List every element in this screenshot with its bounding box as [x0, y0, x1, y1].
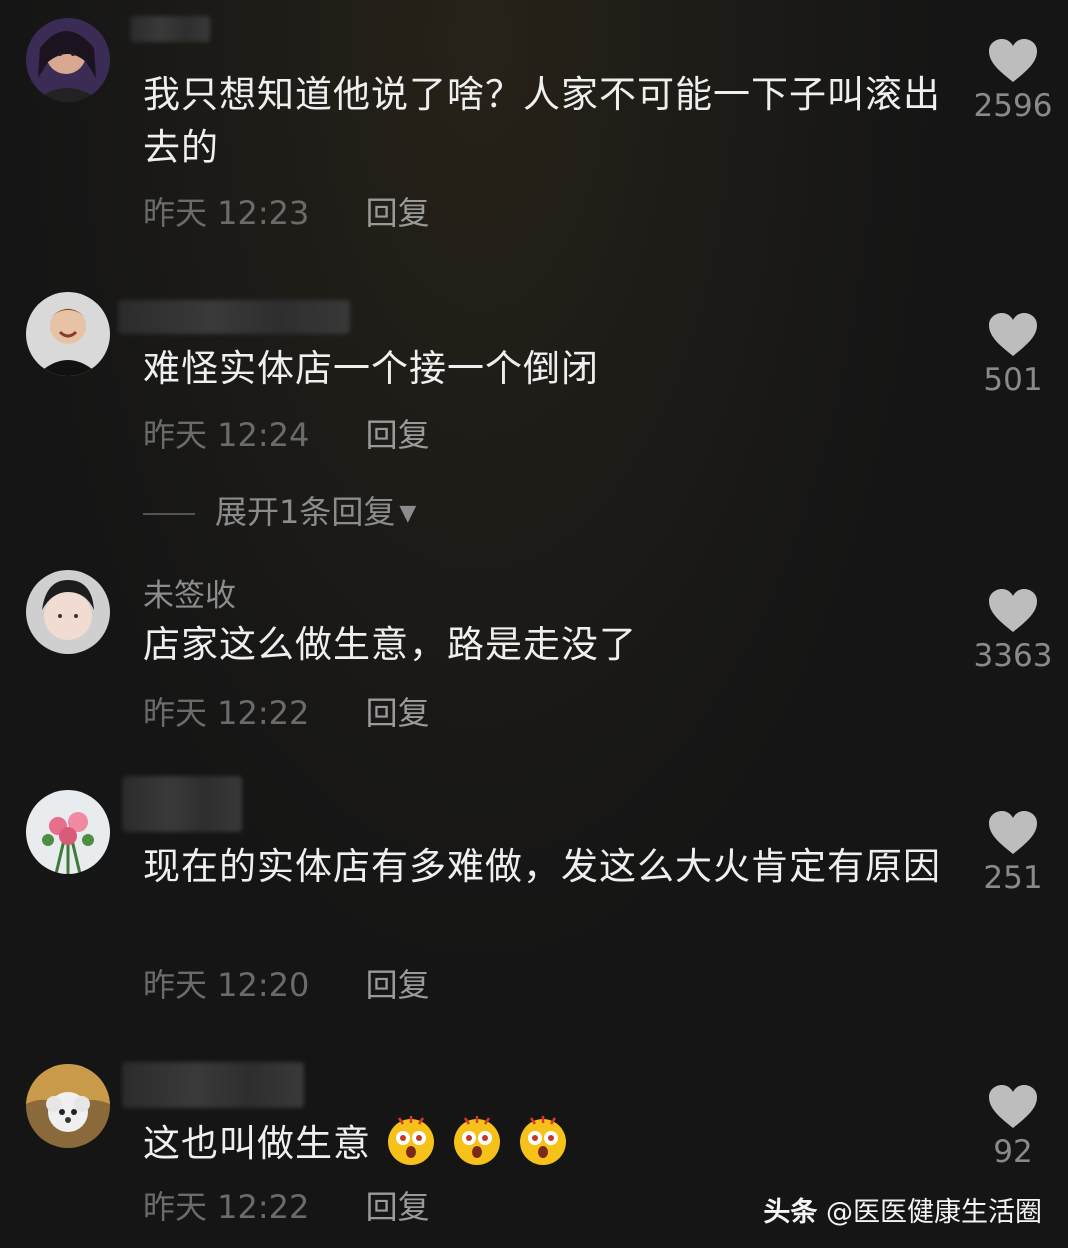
like-button[interactable]: 2596: [968, 38, 1058, 124]
like-count: 251: [983, 860, 1043, 896]
avatar[interactable]: [26, 292, 110, 376]
reply-button[interactable]: 回复: [366, 194, 430, 232]
like-button[interactable]: 501: [968, 312, 1058, 398]
watermark: 头条 @医医健康生活圈: [763, 1190, 1042, 1229]
reply-button[interactable]: 回复: [366, 416, 430, 454]
reply-button[interactable]: 回复: [366, 966, 430, 1004]
like-button[interactable]: 251: [968, 810, 1058, 896]
like-count: 2596: [973, 88, 1053, 124]
comment-time: 昨天 12:20: [143, 966, 310, 1004]
avatar[interactable]: [26, 1064, 110, 1148]
avatar[interactable]: [26, 790, 110, 874]
expand-replies-button[interactable]: 展开1条回复 ▼: [143, 487, 416, 533]
comment-meta: 昨天 12:22 回复: [143, 1182, 430, 1228]
like-button[interactable]: 92: [968, 1084, 1058, 1170]
heart-icon: [989, 589, 1037, 632]
like-count: 3363: [973, 638, 1053, 674]
expand-replies-label: 展开1条回复: [215, 493, 396, 531]
comment-text: 店家这么做生意，路是走没了: [143, 623, 637, 666]
comment-text: 我只想知道他说了啥？人家不可能一下子叫滚出去的: [143, 73, 941, 169]
heart-icon: [989, 811, 1037, 854]
username[interactable]: 未签收: [143, 570, 236, 615]
like-button[interactable]: 3363: [968, 588, 1058, 674]
divider: [143, 513, 195, 515]
heart-icon: [989, 313, 1037, 356]
comment-time: 昨天 12:22: [143, 694, 310, 732]
comment-text: 难怪实体店一个接一个倒闭: [143, 347, 599, 390]
heart-icon: [989, 39, 1037, 82]
caret-down-icon: ▼: [399, 501, 417, 526]
username-hidden: [118, 300, 350, 334]
shocked-face-icon: [520, 1116, 566, 1165]
comment-meta: 昨天 12:22 回复: [143, 688, 430, 734]
comment-meta: 昨天 12:24 回复: [143, 410, 430, 456]
like-count: 501: [983, 362, 1043, 398]
shocked-face-icon: [454, 1116, 500, 1165]
watermark-account: @医医健康生活圈: [826, 1197, 1042, 1228]
comment-text-body: 这也叫做生意: [143, 1122, 371, 1165]
comment-text: 这也叫做生意: [143, 1114, 943, 1170]
like-count: 92: [993, 1134, 1033, 1170]
comment-meta: 昨天 12:23 回复: [143, 188, 430, 234]
username-hidden: [130, 16, 210, 42]
avatar[interactable]: [26, 570, 110, 654]
comment-meta: 昨天 12:20 回复: [143, 960, 430, 1006]
username-hidden: [122, 1062, 304, 1108]
reply-button[interactable]: 回复: [366, 694, 430, 732]
shocked-face-icon: [388, 1116, 434, 1165]
username-hidden: [122, 776, 242, 832]
avatar[interactable]: [26, 18, 110, 102]
heart-icon: [989, 1085, 1037, 1128]
comment-time: 昨天 12:22: [143, 1188, 310, 1226]
comment-text: 现在的实体店有多难做，发这么大火肯定有原因: [143, 845, 941, 888]
comment-time: 昨天 12:24: [143, 416, 310, 454]
reply-button[interactable]: 回复: [366, 1188, 430, 1226]
watermark-brand: 头条: [763, 1197, 818, 1228]
comment-time: 昨天 12:23: [143, 194, 310, 232]
